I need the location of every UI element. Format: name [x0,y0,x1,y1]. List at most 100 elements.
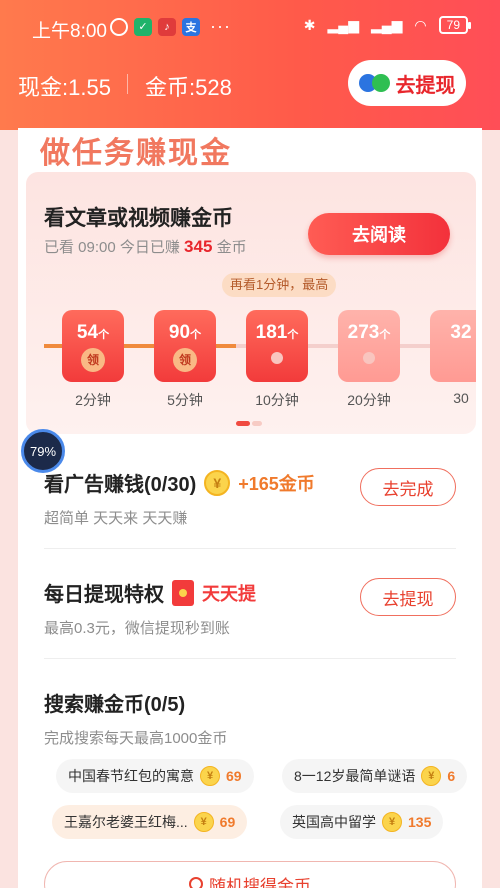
carousel-pager [236,421,262,426]
shield-icon: ✓ [134,17,152,36]
ad-task-subtitle: 超简单 天天来 天天赚 [44,510,188,527]
pager-dot [252,421,262,426]
read-task-sub-suffix: 金币 [216,239,247,256]
withdraw-button-label: 去提现 [395,74,456,97]
reward-milestone[interactable]: 273个 20分钟 [338,310,400,410]
reward-amount: 54个 [62,322,124,344]
coin-icon: ¥ [421,766,442,786]
status-time: 上午8:00 [32,21,107,42]
divider [44,548,456,549]
payment-icons [358,74,390,92]
status-system-icons: ✱ ▂▄▆ ▂▄▆ ◠ 79 [303,16,472,34]
reward-amount: 181个 [246,322,308,344]
withdraw-task-button[interactable]: 去提现 [360,578,456,616]
status-notification-icons: ✓ ♪ 支 ··· [110,16,231,37]
progress-float-badge[interactable]: 79% [21,429,65,473]
reward-milestone[interactable]: 181个 10分钟 [246,310,308,410]
read-task-title: 看文章或视频赚金币 [44,207,233,230]
random-search-button[interactable]: 随机搜得金币 [44,861,456,888]
red-packet-icon: 32 [430,310,476,382]
wifi-icon: ◠ [414,16,427,33]
search-suggestions: 中国春节红包的寓意 ¥ 69 8一12岁最简单谜语 ¥ 6 王嘉尔老婆王红梅..… [36,755,468,845]
search-chip[interactable]: 8一12岁最简单谜语 ¥ 6 [282,759,468,793]
divider [44,658,456,659]
withdraw-button[interactable]: 去提现 [348,60,466,106]
reward-milestone[interactable]: 32 30 [430,310,476,406]
chip-coins: 69 [219,814,236,830]
more-notifications-icon: ··· [210,16,231,36]
reward-amount: 273个 [338,322,400,344]
read-task-sub-prefix: 已看 09:00 今日已赚 [44,239,180,256]
search-task-subtitle: 完成搜索每天最高1000金币 [44,730,228,747]
withdraw-task-title: 每日提现特权 [44,584,164,606]
amount-unit: 个 [287,329,299,341]
listen-app-icon: ♪ [158,17,176,36]
search-icon [189,877,203,888]
ad-task-row: 看广告赚钱(0/30) ¥ +165金币 超简单 天天来 天天赚 去完成 [44,468,456,528]
search-chip[interactable]: 中国春节红包的寓意 ¥ 69 [56,759,254,793]
chip-coins: 6 [447,768,456,784]
chip-coins: 69 [226,768,242,784]
red-packet-icon: 90个 领 [154,310,216,382]
red-packet-icon: 273个 [338,310,400,382]
read-button[interactable]: 去阅读 [308,213,450,255]
amount-value: 181 [255,322,288,343]
amount-unit: 个 [98,329,110,341]
alarm-icon [110,17,128,36]
bluetooth-icon: ✱ [303,16,316,33]
search-task-row: 搜索赚金币(0/5) 完成搜索每天最高1000金币 [44,688,456,748]
amount-value: 54 [76,322,99,343]
cash-balance: 现金:1.55 [18,75,111,100]
pager-dot-active [236,421,250,426]
read-task-card: 看文章或视频赚金币 已看 09:00 今日已赚 345 金币 去阅读 再看1分钟… [26,172,476,434]
chip-coins: 135 [408,814,432,830]
signal-icon: ▂▄▆ [327,16,359,33]
reward-time-label: 10分钟 [255,392,299,408]
coin-icon: ¥ [204,469,231,496]
red-packet-icon: 181个 [246,310,308,382]
withdraw-task-subtitle: 最高0.3元，微信提现秒到账 [44,620,230,637]
status-bar: 上午8:00 ✓ ♪ 支 ··· ✱ ▂▄▆ ▂▄▆ ◠ 79 [0,10,500,46]
alipay-icon: 支 [182,17,200,36]
reward-time-label: 5分钟 [167,392,203,408]
withdraw-task-tag: 天天提 [202,583,256,604]
ad-task-title: 看广告赚钱(0/30) [44,474,197,496]
reward-amount: 90个 [154,322,216,344]
reward-milestones: 54个 领 2分钟 90个 领 5分钟 181个 10分钟 273个 20分钟 … [26,310,476,420]
reward-time-label: 20分钟 [347,392,391,408]
reward-milestone[interactable]: 54个 领 2分钟 [62,310,124,410]
amount-value: 90 [168,322,191,343]
claim-badge: 领 [173,348,197,372]
chip-text: 中国春节红包的寓意 [68,768,194,784]
random-search-label: 随机搜得金币 [209,876,311,888]
red-packet-icon: 54个 领 [62,310,124,382]
withdraw-task-row: 每日提现特权 天天提 最高0.3元，微信提现秒到账 去提现 [44,578,456,638]
complete-button[interactable]: 去完成 [360,468,456,506]
coin-balance: 金币:528 [145,75,232,100]
reward-time-label: 30 [453,390,469,406]
coin-icon: ¥ [200,766,220,786]
search-chip[interactable]: 王嘉尔老婆王红梅... ¥ 69 [52,805,248,839]
read-task-subtitle: 已看 09:00 今日已赚 345 金币 [44,236,247,257]
packet-dot-icon [271,352,283,364]
amount-value: 32 [450,322,472,343]
battery-icon: 79 [438,16,472,34]
coin-icon: ¥ [382,812,402,832]
reward-milestone[interactable]: 90个 领 5分钟 [154,310,216,410]
chip-text: 王嘉尔老婆王红梅... [64,814,188,830]
chip-text: 英国高中留学 [292,814,376,830]
packet-dot-icon [363,352,375,364]
reward-tip: 再看1分钟，最高 [222,273,337,297]
coin-icon: ¥ [193,812,214,832]
search-task-title: 搜索赚金币(0/5) [44,694,186,716]
read-task-earned: 345 [184,237,213,256]
ad-task-reward: +165金币 [238,473,315,494]
red-packet-icon [172,579,194,606]
signal-icon-2: ▂▄▆ [370,16,403,33]
claim-badge: 领 [81,348,105,372]
section-title: 做任务赚现金 [40,137,232,170]
reward-time-label: 2分钟 [75,392,111,408]
wechat-pay-icon [371,74,390,92]
amount-unit: 个 [379,329,391,341]
search-chip[interactable]: 英国高中留学 ¥ 135 [280,805,444,839]
